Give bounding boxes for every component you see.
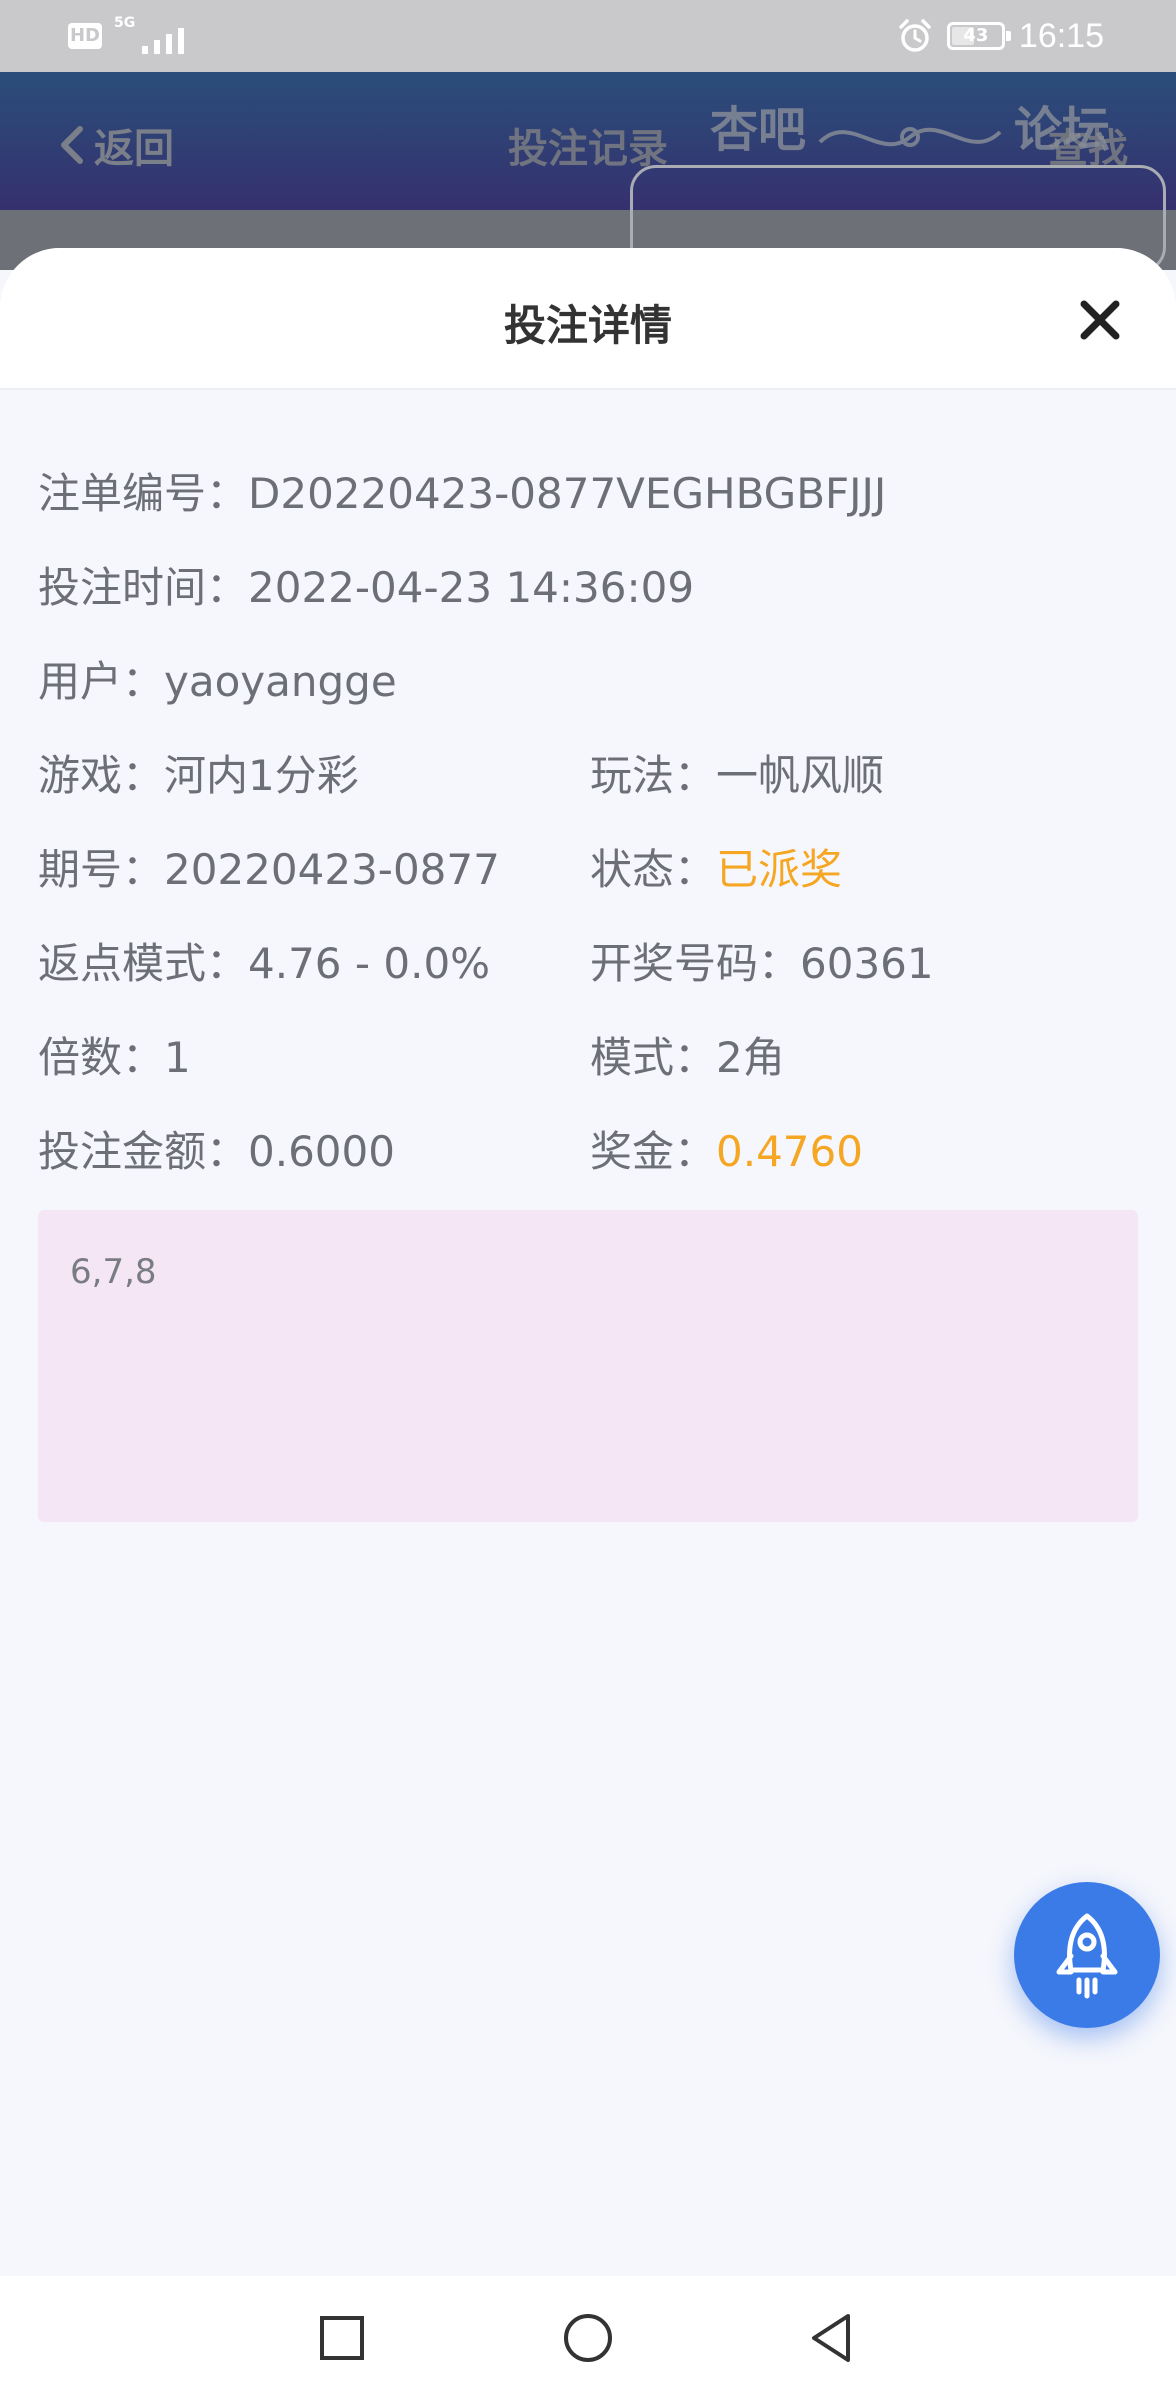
order-number: 注单编号：D20220423-0877VEGHBGBFJJJ	[38, 460, 886, 521]
battery-icon: 43	[946, 22, 1011, 50]
detail-list: 注单编号：D20220423-0877VEGHBGBFJJJ 投注时间：2022…	[38, 460, 1138, 1212]
order-number-value: D20220423-0877VEGHBGBFJJJ	[248, 469, 887, 518]
bet-time-value: 2022-04-23 14:36:09	[248, 563, 695, 612]
game-value: 河内1分彩	[164, 751, 359, 800]
rebate-mode-value: 4.76 - 0.0%	[248, 939, 491, 988]
watermark-word-2: 论坛	[1013, 102, 1110, 158]
play-type-label: 玩法：	[590, 751, 717, 800]
status-label: 状态：	[590, 845, 717, 894]
user-value: yaoyangge	[164, 657, 397, 706]
back-nav-icon[interactable]	[800, 2306, 864, 2370]
draw-number-label: 开奖号码：	[590, 939, 801, 988]
watermark-word-1: 杏吧	[710, 102, 807, 158]
rocket-icon	[1056, 1913, 1118, 1999]
multiple: 倍数：1	[38, 1024, 191, 1085]
bet-time: 投注时间：2022-04-23 14:36:09	[38, 554, 694, 615]
signal-icon	[142, 28, 184, 54]
order-number-label: 注单编号：	[38, 469, 249, 518]
signal-indicator: 5G	[114, 15, 204, 54]
battery-level: 43	[963, 25, 989, 46]
game: 游戏：河内1分彩	[38, 742, 359, 803]
sheet-header: 投注详情	[0, 248, 1176, 390]
bet-amount: 投注金额：0.6000	[38, 1118, 395, 1179]
multiple-value: 1	[164, 1033, 191, 1082]
mode-label: 模式：	[590, 1033, 717, 1082]
detail-row: 倍数：1 模式：2角	[38, 1024, 1138, 1118]
bet-amount-label: 投注金额：	[38, 1127, 249, 1176]
bet-numbers: 6,7,8	[70, 1252, 157, 1292]
hd-badge: HD	[68, 23, 102, 49]
bet-numbers-box: 6,7,8	[38, 1210, 1138, 1522]
status: 状态：已派奖	[590, 836, 842, 897]
detail-row: 用户：yaoyangge	[38, 648, 1138, 742]
system-nav-bar	[0, 2276, 1176, 2400]
home-icon[interactable]	[556, 2306, 620, 2370]
clock: 16:15	[1018, 16, 1104, 55]
ornament-icon	[818, 127, 1002, 147]
period-label: 期号：	[38, 845, 165, 894]
rebate-mode: 返点模式：4.76 - 0.0%	[38, 930, 490, 991]
multiple-label: 倍数：	[38, 1033, 165, 1082]
status-bar: HD 5G 43 16:15	[0, 0, 1176, 72]
draw-number-value: 60361	[800, 939, 934, 988]
mode-value: 2角	[716, 1033, 785, 1082]
play-type-value: 一帆风顺	[716, 751, 885, 800]
user: 用户：yaoyangge	[38, 648, 397, 709]
detail-row: 投注金额：0.6000 奖金：0.4760	[38, 1118, 1138, 1212]
period-value: 20220423-0877	[164, 845, 500, 894]
close-icon[interactable]	[1078, 298, 1122, 342]
detail-row: 期号：20220423-0877 状态：已派奖	[38, 836, 1138, 930]
bet-detail-sheet: 投注详情 注单编号：D20220423-0877VEGHBGBFJJJ 投注时间…	[0, 248, 1176, 2276]
bet-amount-value: 0.6000	[248, 1127, 395, 1176]
network-type: 5G	[114, 15, 136, 31]
detail-row: 注单编号：D20220423-0877VEGHBGBFJJJ	[38, 460, 1138, 554]
prize: 奖金：0.4760	[590, 1118, 863, 1179]
play-type: 玩法：一帆风顺	[590, 742, 884, 803]
sheet-title: 投注详情	[503, 301, 672, 350]
mode: 模式：2角	[590, 1024, 785, 1085]
detail-row: 游戏：河内1分彩 玩法：一帆风顺	[38, 742, 1138, 836]
period: 期号：20220423-0877	[38, 836, 500, 897]
detail-row: 返点模式：4.76 - 0.0% 开奖号码：60361	[38, 930, 1138, 1024]
bet-time-label: 投注时间：	[38, 563, 249, 612]
prize-label: 奖金：	[590, 1127, 717, 1176]
prize-value: 0.4760	[716, 1127, 863, 1176]
rocket-fab[interactable]	[1014, 1882, 1160, 2028]
alarm-icon	[899, 19, 931, 52]
detail-row: 投注时间：2022-04-23 14:36:09	[38, 554, 1138, 648]
status-left: HD 5G	[68, 15, 204, 54]
recents-icon[interactable]	[310, 2306, 374, 2370]
status-right: 43 16:15	[897, 14, 1104, 58]
rebate-mode-label: 返点模式：	[38, 939, 249, 988]
user-label: 用户：	[38, 657, 165, 706]
status-value: 已派奖	[716, 845, 843, 894]
game-label: 游戏：	[38, 751, 165, 800]
watermark-logo: 杏吧 论坛	[700, 82, 1120, 162]
draw-number: 开奖号码：60361	[590, 930, 934, 991]
